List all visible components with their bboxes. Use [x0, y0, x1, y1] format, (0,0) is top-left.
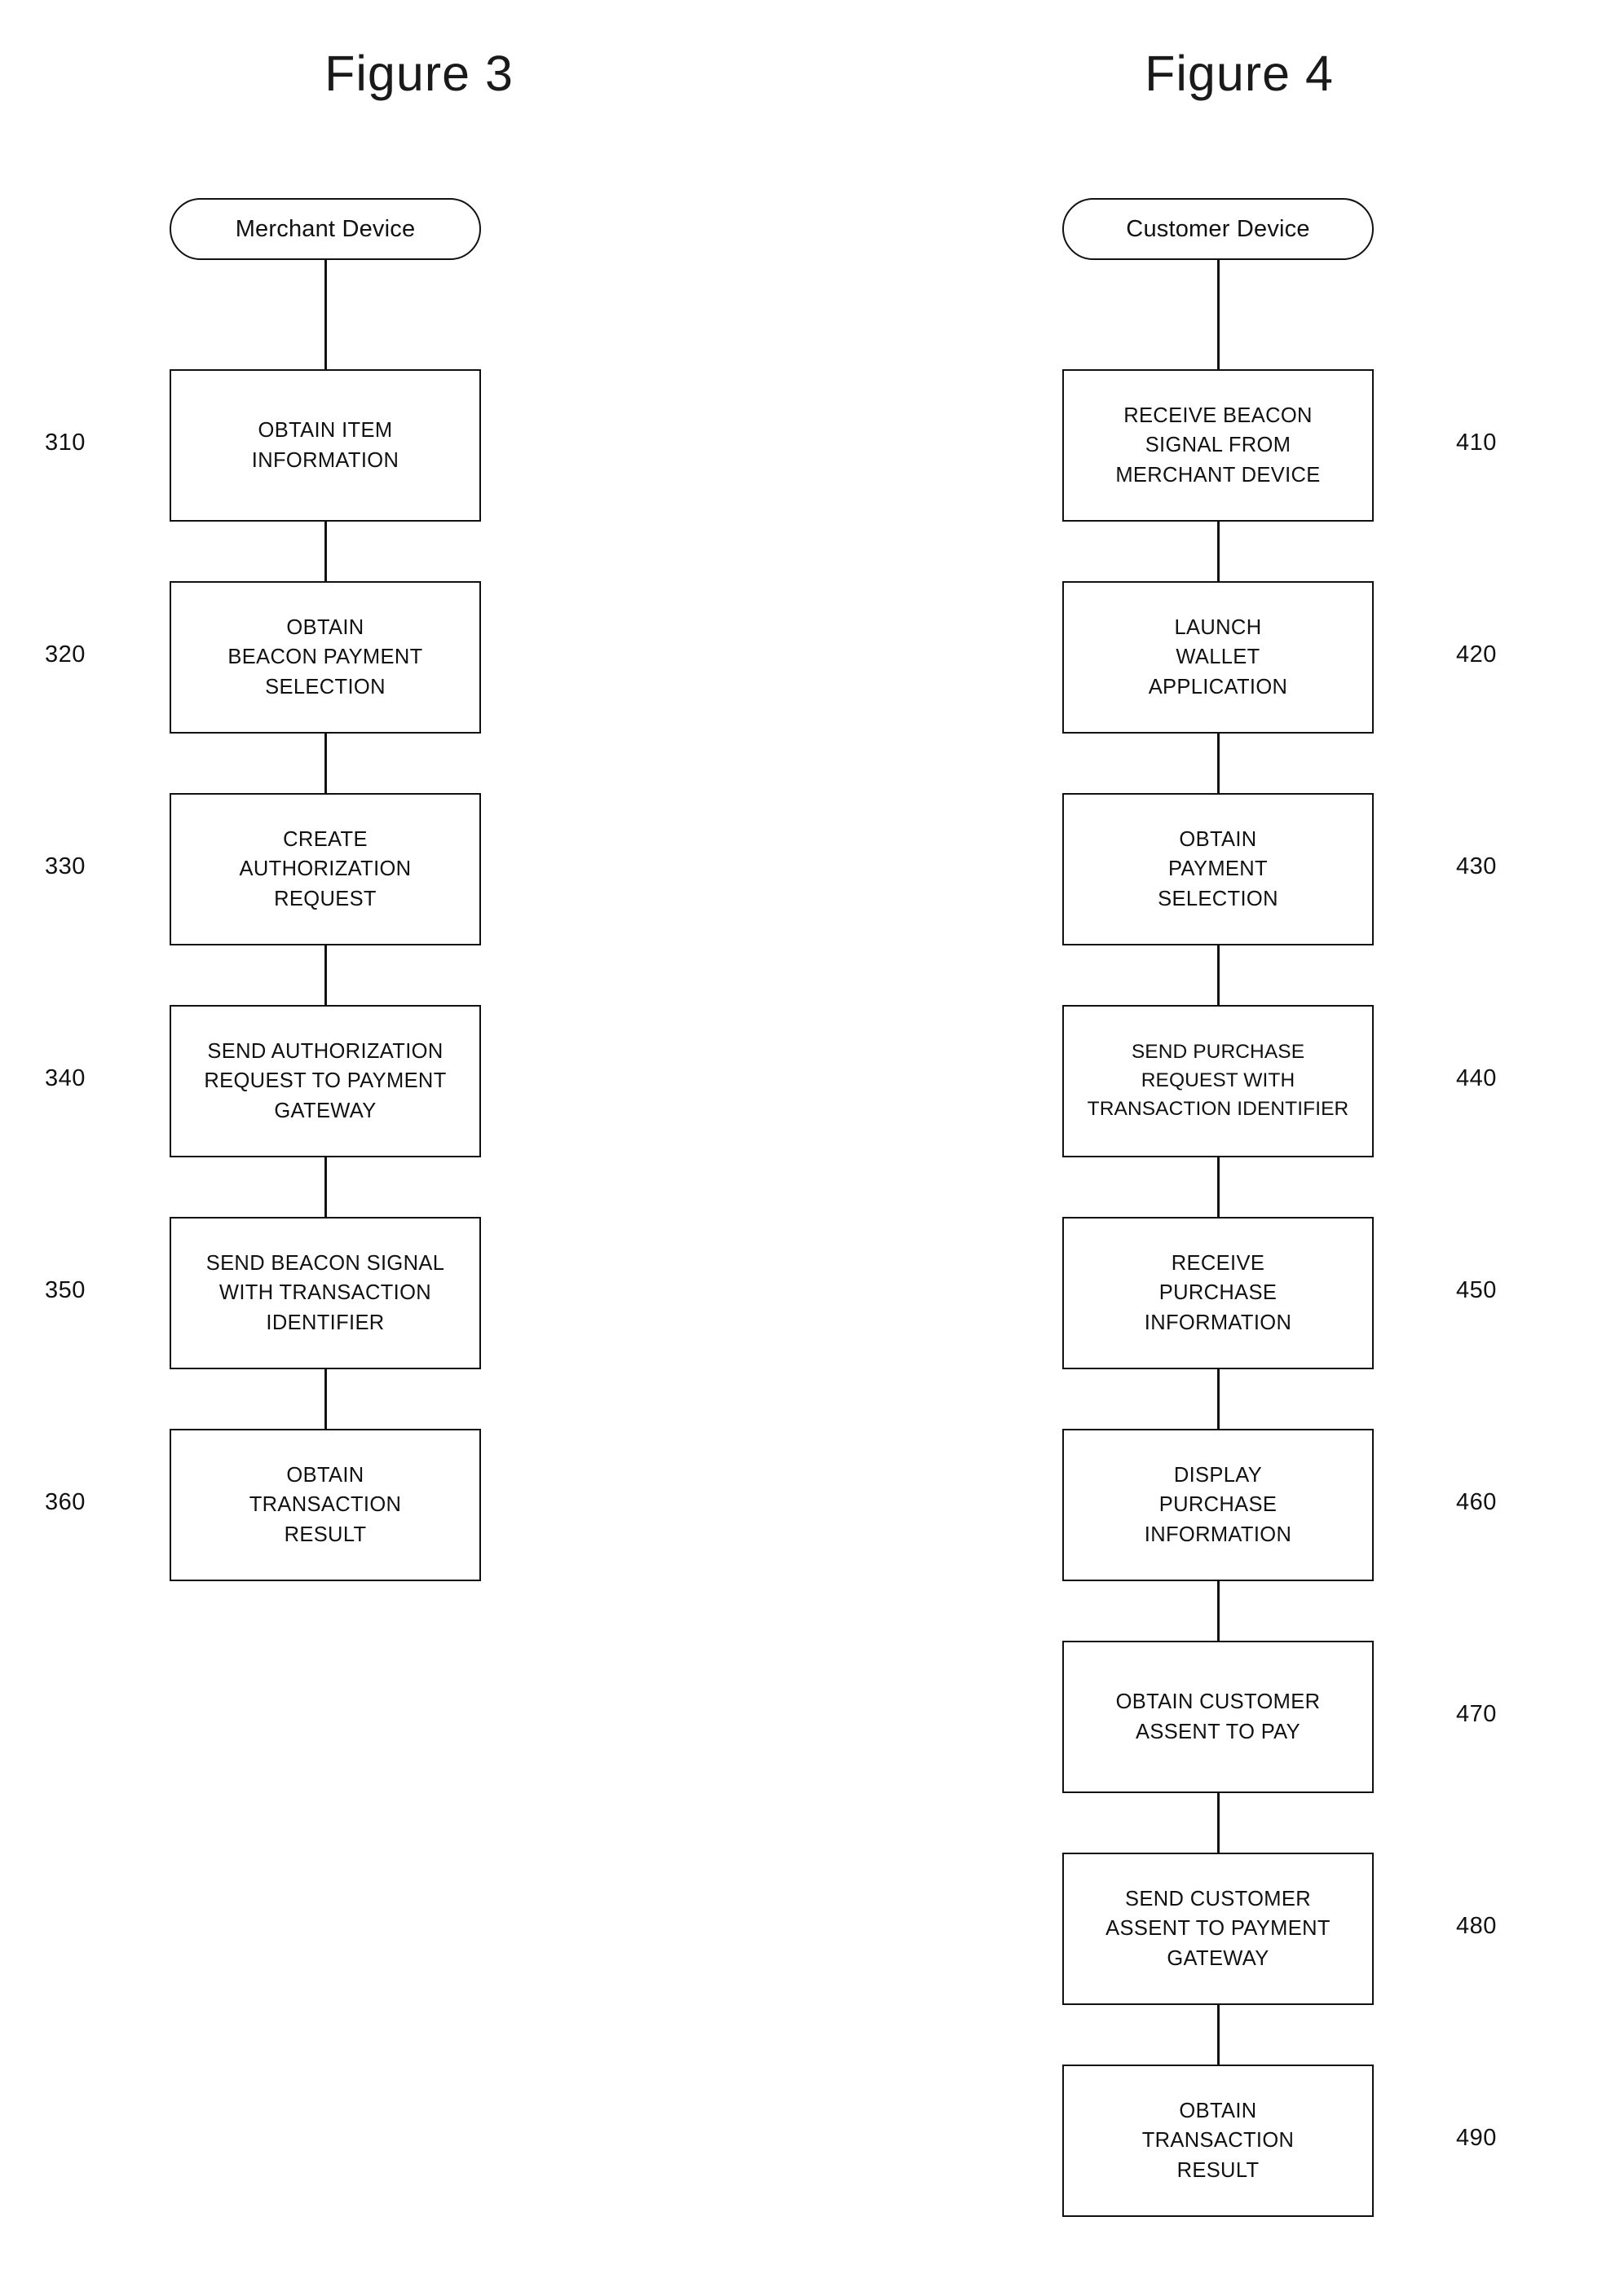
reference-numeral-440: 440 [1456, 1064, 1497, 1091]
process-box-320: OBTAIN BEACON PAYMENT SELECTION [170, 581, 481, 734]
figure-3-column: Figure 3 Merchant Device OBTAIN ITEM INFO… [0, 0, 812, 2296]
process-box-label-line: SEND BEACON SIGNAL [205, 1252, 445, 1276]
reference-numeral-320: 320 [45, 641, 86, 668]
process-box-label-line: SELECTION [1158, 887, 1278, 910]
reference-numeral-460: 460 [1456, 1488, 1497, 1515]
process-box-label-line: LAUNCH [1174, 616, 1262, 640]
process-box-440: SEND PURCHASE REQUEST WITH TRANSACTION IDE… [1062, 1005, 1374, 1157]
process-box-label-line: WALLET [1176, 646, 1260, 669]
figure-4-title: Figure 4 [1145, 46, 1334, 101]
process-box-330: CREATE AUTHORIZATION REQUEST [170, 793, 481, 945]
process-box-label-line: TRANSACTION IDENTIFIER [1087, 1097, 1349, 1120]
process-box-label-line: WITH TRANSACTION [218, 1281, 432, 1305]
process-box-label-line: CREATE [283, 828, 368, 852]
figure-4-column: Figure 4 Customer Device RECEIVE BEACON S… [812, 0, 1624, 2296]
process-box-label-line: INFORMATION [1144, 1311, 1292, 1334]
reference-numeral-490: 490 [1456, 2124, 1497, 2151]
connector-line [1217, 945, 1220, 1005]
process-box-label-line: RESULT [1176, 2158, 1260, 2182]
reference-numeral-430: 430 [1456, 853, 1497, 879]
process-box-460: DISPLAY PURCHASE INFORMATION [1062, 1429, 1374, 1581]
figure-sheet: Figure 3 Merchant Device OBTAIN ITEM INFO… [0, 0, 1624, 2296]
process-box-label-line: OBTAIN [1179, 828, 1257, 852]
process-box-label-line: GATEWAY [274, 1099, 377, 1122]
process-box-label-line: GATEWAY [1167, 1946, 1269, 1970]
process-box-label-line: BEACON PAYMENT [227, 646, 423, 669]
process-box-label-line: SEND AUTHORIZATION [207, 1040, 444, 1064]
reference-numeral-310: 310 [45, 429, 86, 456]
connector-line [1217, 260, 1220, 369]
connector-line [324, 945, 327, 1005]
connector-line [324, 1157, 327, 1217]
process-box-360: OBTAIN TRANSACTION RESULT [170, 1429, 481, 1581]
process-box-label-line: TRANSACTION [249, 1493, 402, 1517]
process-box-label-line: PURCHASE [1158, 1493, 1278, 1517]
process-box-label-line: OBTAIN ITEM [258, 419, 393, 443]
process-box-label-line: REQUEST [274, 887, 377, 910]
process-box-label-line: DISPLAY [1173, 1464, 1263, 1487]
process-box-label-line: SEND CUSTOMER [1125, 1888, 1311, 1911]
process-box-label-line: OBTAIN [286, 1464, 364, 1487]
connector-line [1217, 734, 1220, 793]
process-box-label-line: IDENTIFIER [266, 1311, 385, 1334]
process-box-420: LAUNCH WALLET APPLICATION [1062, 581, 1374, 734]
process-box-label-line: APPLICATION [1148, 675, 1288, 698]
process-box-label-line: INFORMATION [251, 448, 399, 472]
process-box-label-line: INFORMATION [1144, 1523, 1292, 1546]
process-box-label-line: OBTAIN [1179, 2100, 1257, 2123]
figure-4-start-node: Customer Device [1062, 198, 1374, 260]
process-box-label-line: OBTAIN [286, 616, 364, 640]
figure-3-start-node: Merchant Device [170, 198, 481, 260]
reference-numeral-420: 420 [1456, 641, 1497, 668]
connector-line [1217, 1369, 1220, 1429]
process-box-label-line: SIGNAL FROM [1145, 434, 1291, 457]
process-box-310: OBTAIN ITEM INFORMATION [170, 369, 481, 522]
process-box-label-line: PURCHASE [1158, 1281, 1278, 1305]
process-box-430: OBTAIN PAYMENT SELECTION [1062, 793, 1374, 945]
process-box-label-line: TRANSACTION [1141, 2129, 1295, 2153]
process-box-340: SEND AUTHORIZATION REQUEST TO PAYMENT GATE… [170, 1005, 481, 1157]
connector-line [324, 522, 327, 581]
reference-numeral-330: 330 [45, 853, 86, 879]
process-box-label-line: REQUEST TO PAYMENT [204, 1069, 447, 1093]
process-box-470: OBTAIN CUSTOMER ASSENT TO PAY [1062, 1641, 1374, 1793]
process-box-label-line: SELECTION [265, 675, 386, 698]
reference-numeral-480: 480 [1456, 1912, 1497, 1939]
reference-numeral-410: 410 [1456, 429, 1497, 456]
process-box-label-line: ASSENT TO PAYMENT [1105, 1917, 1331, 1941]
reference-numeral-450: 450 [1456, 1276, 1497, 1303]
process-box-label-line: OBTAIN CUSTOMER [1115, 1690, 1321, 1714]
connector-line [324, 734, 327, 793]
process-box-label-line: SEND PURCHASE [1131, 1041, 1305, 1064]
process-box-label-line: ASSENT TO PAY [1135, 1720, 1300, 1743]
process-box-label-line: REQUEST WITH [1141, 1069, 1295, 1092]
process-box-label-line: PAYMENT [1168, 857, 1268, 881]
process-box-label-line: AUTHORIZATION [239, 857, 412, 881]
figure-3-title: Figure 3 [324, 46, 514, 101]
process-box-350: SEND BEACON SIGNAL WITH TRANSACTION IDENTI… [170, 1217, 481, 1369]
connector-line [1217, 1157, 1220, 1217]
process-box-label-line: RECEIVE [1171, 1252, 1265, 1276]
connector-line [1217, 522, 1220, 581]
reference-numeral-470: 470 [1456, 1700, 1497, 1727]
connector-line [1217, 2005, 1220, 2065]
connector-line [1217, 1793, 1220, 1853]
process-box-480: SEND CUSTOMER ASSENT TO PAYMENT GATEWAY [1062, 1853, 1374, 2005]
process-box-490: OBTAIN TRANSACTION RESULT [1062, 2065, 1374, 2217]
process-box-label-line: RESULT [284, 1523, 367, 1546]
process-box-450: RECEIVE PURCHASE INFORMATION [1062, 1217, 1374, 1369]
connector-line [324, 1369, 327, 1429]
connector-line [1217, 1581, 1220, 1641]
process-box-410: RECEIVE BEACON SIGNAL FROM MERCHANT DEVICE [1062, 369, 1374, 522]
connector-line [324, 260, 327, 369]
process-box-label-line: RECEIVE BEACON [1123, 404, 1313, 428]
reference-numeral-360: 360 [45, 1488, 86, 1515]
reference-numeral-340: 340 [45, 1064, 86, 1091]
process-box-label-line: MERCHANT DEVICE [1115, 463, 1321, 487]
reference-numeral-350: 350 [45, 1276, 86, 1303]
